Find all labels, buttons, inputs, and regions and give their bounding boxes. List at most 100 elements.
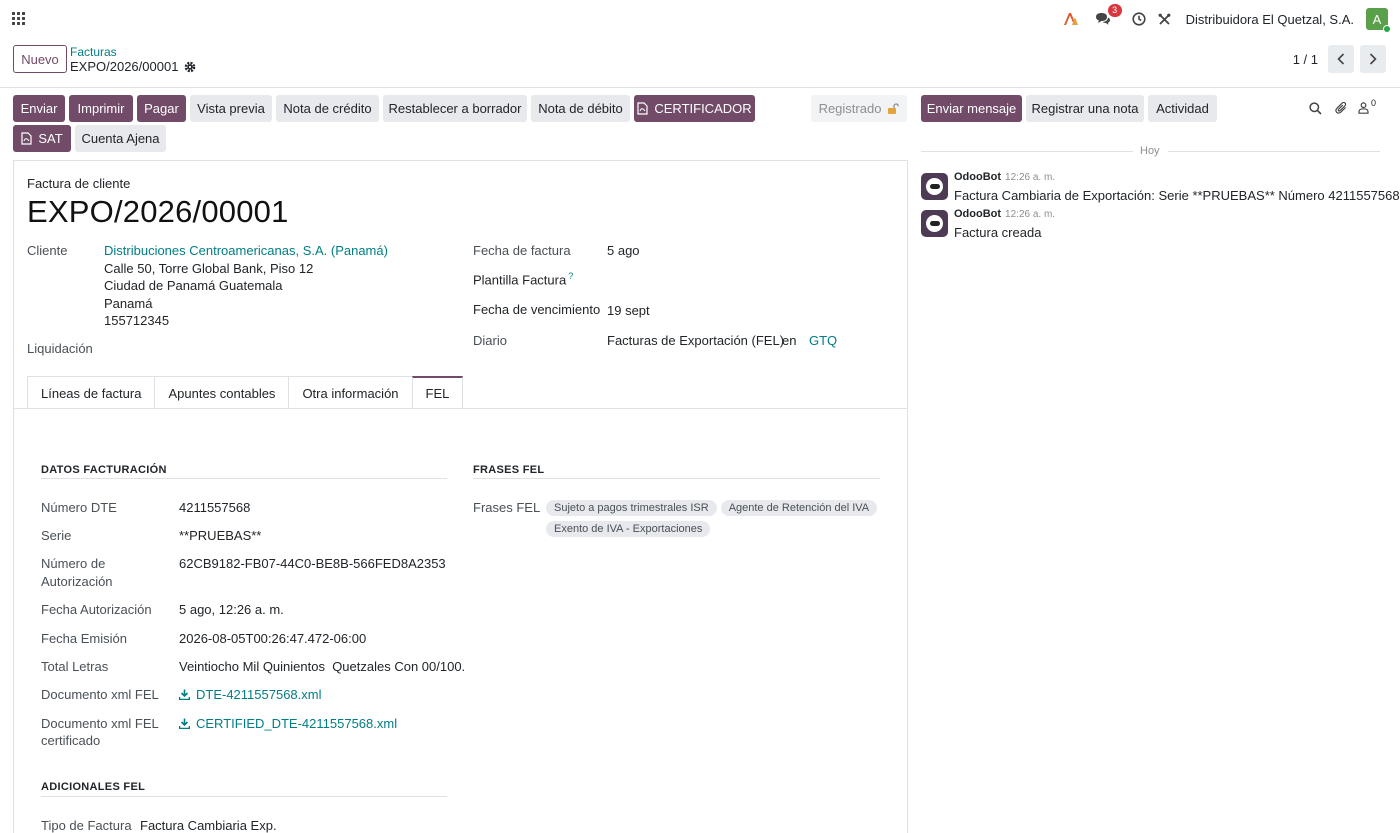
journal-currency-in: en	[782, 333, 797, 348]
frases-fel-tags: Sujeto a pagos trimestrales ISR Agente de…	[546, 499, 886, 541]
certified-xml-download-link[interactable]: CERTIFIED_DTE-4211557568.xml	[179, 716, 397, 731]
due-date-label: Fecha de vencimiento	[473, 302, 601, 317]
due-date-value[interactable]: 19 sept	[607, 303, 650, 318]
company-switcher[interactable]: Distribuidora El Quetzal, S.A.	[1186, 12, 1354, 27]
authorization-date-value: 5 ago, 12:26 a. m.	[179, 602, 284, 617]
tab-other-info[interactable]: Otra información	[288, 376, 413, 409]
journal-value[interactable]: Facturas de Exportación (FEL)	[607, 333, 784, 348]
customer-link[interactable]: Distribuciones Centroamericanas, S.A. (P…	[104, 243, 388, 258]
authorization-number-value: 62CB9182-FB07-44C0-BE8B-566FED8A2353	[179, 556, 446, 571]
tabs-divider	[14, 408, 907, 409]
invoice-template-text: Plantilla Factura	[473, 272, 567, 288]
gear-icon[interactable]	[184, 61, 196, 73]
authorization-number-label: Autorización	[41, 574, 113, 589]
messages-count-badge: 3	[1107, 4, 1122, 17]
frase-tag: Agente de Retención del IVA	[720, 500, 878, 516]
send-message-button[interactable]: Enviar mensaje	[921, 95, 1022, 122]
total-in-words-value: Veintiocho Mil Quinientos Quetzales Con …	[179, 659, 466, 674]
customer-label: Cliente	[27, 243, 68, 258]
message-author-name: OdooBot	[954, 171, 1002, 183]
sat-label: SAT	[38, 131, 63, 146]
pdf-file-icon	[637, 102, 648, 115]
date-separator-today: Hoy	[1140, 145, 1160, 157]
pager-value[interactable]: 1 / 1	[1293, 52, 1318, 67]
unlock-icon	[888, 102, 900, 114]
pay-button[interactable]: Pagar	[137, 95, 186, 122]
cuenta-ajena-button[interactable]: Cuenta Ajena	[75, 125, 166, 152]
message-author: OdooBot 12:26 a. m.	[954, 208, 1055, 220]
print-button[interactable]: Imprimir	[69, 95, 133, 122]
credit-note-button[interactable]: Nota de crédito	[276, 95, 379, 122]
notebook-tabs: Líneas de factura Apuntes contables Otra…	[27, 376, 464, 409]
message-body: Factura Cambiaria de Exportación: Serie …	[954, 188, 1400, 203]
followers-button[interactable]: 0	[1358, 98, 1382, 116]
document-type: Factura de cliente	[27, 176, 131, 191]
breadcrumb-facturas[interactable]: Facturas	[70, 45, 117, 59]
help-tooltip-icon[interactable]: ?	[568, 271, 573, 281]
section-divider	[41, 796, 447, 797]
control-panel-divider	[0, 87, 1400, 88]
pager-next-button[interactable]	[1360, 45, 1386, 73]
adicionales-fel-title: ADICIONALES FEL	[41, 781, 146, 793]
sat-button[interactable]: SAT	[13, 125, 71, 152]
messages-icon[interactable]: 3	[1090, 4, 1122, 32]
user-icon	[1358, 102, 1369, 114]
datos-facturacion-title: DATOS FACTURACIÓN	[41, 464, 167, 476]
preview-button[interactable]: Vista previa	[190, 95, 272, 122]
paperclip-icon[interactable]	[1333, 100, 1349, 116]
series-value: **PRUEBAS**	[179, 528, 262, 543]
ai-assistant-icon[interactable]	[1058, 6, 1084, 32]
date-separator-line	[921, 151, 1133, 152]
customer-address-line: Ciudad de Panamá Guatemala	[104, 278, 283, 293]
certificador-button[interactable]: CERTIFICADOR	[634, 95, 755, 122]
tools-icon[interactable]	[1152, 6, 1178, 32]
reset-to-draft-button[interactable]: Restablecer a borrador	[383, 95, 527, 122]
activity-button[interactable]: Actividad	[1148, 95, 1217, 122]
message-author-name: OdooBot	[954, 208, 1002, 220]
odoobot-avatar	[921, 173, 948, 200]
message-time: 12:26 a. m.	[1005, 172, 1056, 183]
message-time: 12:26 a. m.	[1005, 209, 1056, 220]
invoice-date-label: Fecha de factura	[473, 243, 571, 258]
section-divider	[473, 478, 880, 479]
tab-invoice-lines[interactable]: Líneas de factura	[27, 376, 156, 409]
certified-xml-label: certificado	[41, 733, 101, 748]
frases-fel-title: FRASES FEL	[473, 464, 545, 476]
pager-previous-button[interactable]	[1328, 45, 1354, 73]
date-separator-line	[1168, 151, 1380, 152]
debit-note-button[interactable]: Nota de débito	[531, 95, 630, 122]
tab-journal-items[interactable]: Apuntes contables	[154, 376, 290, 409]
dte-number-value: 4211557568	[179, 500, 251, 515]
total-in-words-label: Total Letras	[41, 659, 109, 674]
chevron-left-icon	[1337, 53, 1345, 65]
customer-address-line: Calle 50, Torre Global Bank, Piso 12	[104, 261, 314, 276]
invoice-date-value[interactable]: 5 ago	[607, 243, 640, 258]
frase-tag: Sujeto a pagos trimestrales ISR	[546, 500, 717, 516]
message-author: OdooBot 12:26 a. m.	[954, 171, 1055, 183]
send-button[interactable]: Enviar	[13, 95, 65, 122]
log-note-button[interactable]: Registrar una nota	[1026, 95, 1144, 122]
apps-menu-icon[interactable]	[12, 12, 26, 26]
authorization-date-label: Fecha Autorización	[41, 602, 152, 617]
activities-clock-icon[interactable]	[1126, 6, 1152, 32]
tab-fel[interactable]: FEL	[411, 376, 464, 409]
status-badge: Registrado	[811, 95, 907, 122]
xml-document-label: Documento xml FEL	[41, 687, 159, 702]
issue-date-value: 2026-08-05T00:26:47.472-06:00	[179, 631, 367, 646]
download-icon	[179, 718, 190, 729]
section-divider	[41, 478, 447, 479]
dte-number-label: Número DTE	[41, 500, 117, 515]
user-avatar[interactable]: A	[1366, 8, 1391, 33]
customer-address-line: Panamá	[104, 296, 153, 311]
status-label: Registrado	[818, 101, 882, 116]
xml-download-link[interactable]: DTE-4211557568.xml	[179, 687, 322, 702]
currency-link[interactable]: GTQ	[809, 333, 837, 348]
invoice-type-label: Tipo de Factura	[41, 818, 132, 833]
search-icon[interactable]	[1307, 100, 1323, 116]
new-button[interactable]: Nuevo	[13, 45, 67, 73]
journal-label: Diario	[473, 333, 507, 348]
download-icon	[179, 689, 190, 700]
avatar-letter: A	[1372, 11, 1382, 27]
pdf-file-icon	[21, 132, 32, 145]
top-navbar: 3 Distribuidora El Quetzal, S.A. A	[0, 0, 1400, 37]
